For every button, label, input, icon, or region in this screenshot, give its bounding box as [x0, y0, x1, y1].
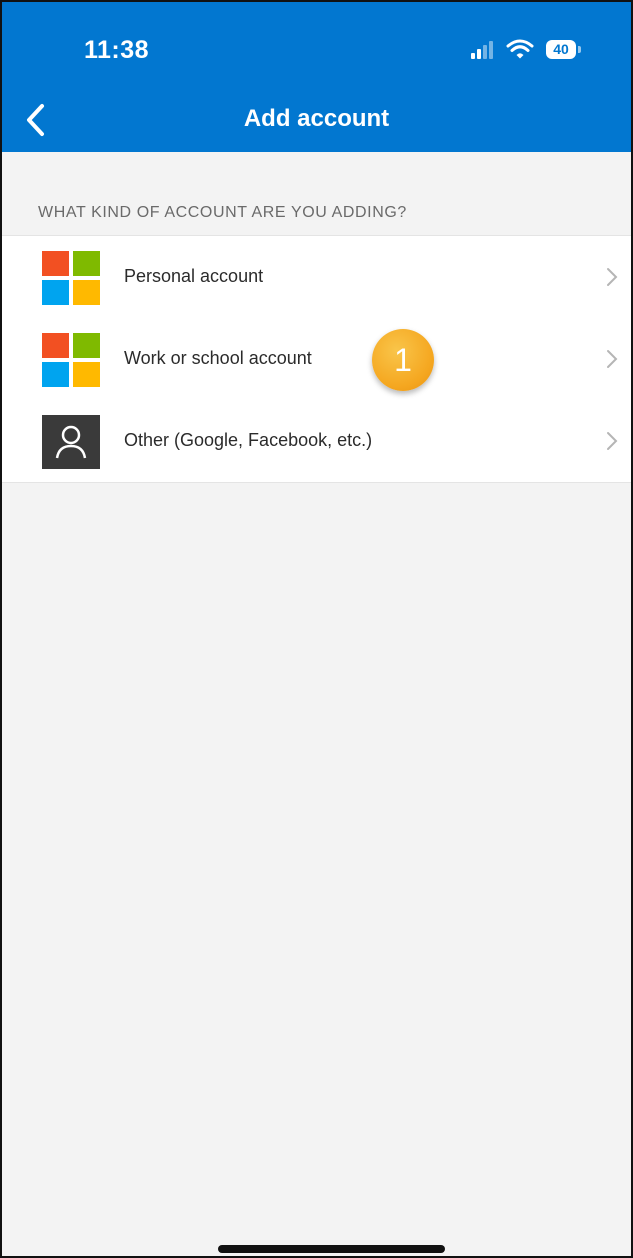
cellular-signal-icon: [471, 41, 493, 59]
page-title: Add account: [243, 105, 390, 132]
section-label: WHAT KIND OF ACCOUNT ARE YOU ADDING?: [38, 204, 407, 221]
wifi-icon: [506, 39, 534, 59]
phone-screen: 11:38 40 Add account WHAT KIND OF ACCOUN…: [0, 0, 633, 1258]
step-badge: 1: [372, 329, 434, 391]
battery-icon: 40: [546, 40, 576, 59]
personal-account-label: Personal account: [124, 266, 264, 286]
chevron-right-icon: [607, 350, 618, 368]
other-account-option[interactable]: Other (Google, Facebook, etc.): [2, 400, 631, 482]
microsoft-logo-icon: [42, 251, 100, 305]
person-icon: [42, 415, 100, 469]
personal-account-option[interactable]: Personal account: [2, 236, 631, 318]
other-account-label: Other (Google, Facebook, etc.): [124, 430, 373, 450]
status-icons: 40: [470, 38, 600, 66]
work-school-account-option[interactable]: Work or school account: [2, 318, 631, 400]
home-indicator[interactable]: [218, 1245, 445, 1253]
status-time: 11:38: [84, 36, 150, 64]
work-school-account-label: Work or school account: [124, 348, 312, 368]
app-header: 11:38 40 Add account: [2, 2, 631, 152]
chevron-right-icon: [607, 268, 618, 286]
microsoft-logo-icon: [42, 333, 100, 387]
account-type-list: Personal account Work or school account: [2, 235, 631, 483]
battery-tip: [578, 46, 581, 53]
chevron-right-icon: [607, 432, 618, 450]
